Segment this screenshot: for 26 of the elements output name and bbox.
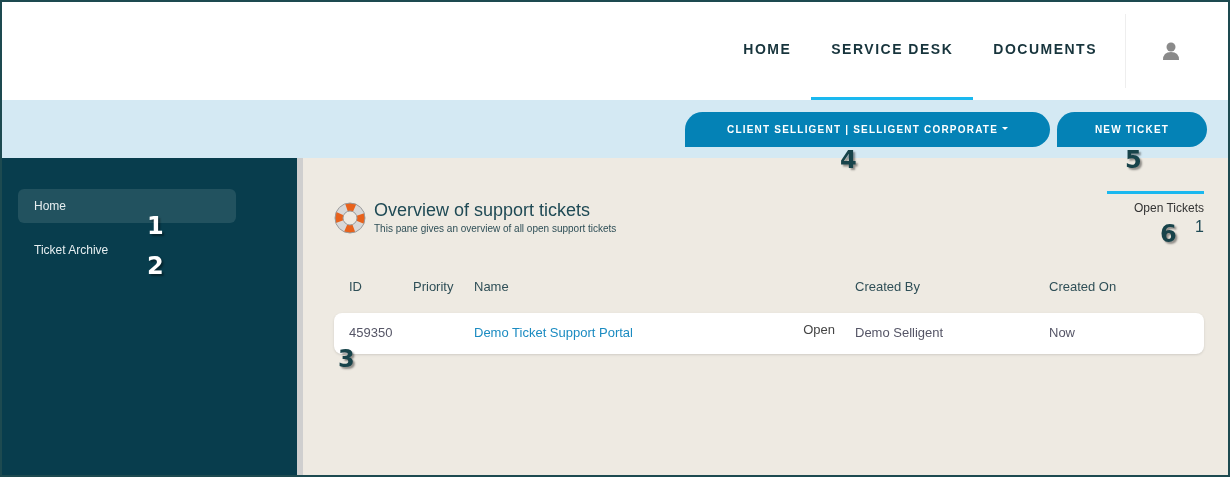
column-header: Priority xyxy=(413,278,455,296)
overview-title: Overview of support tickets xyxy=(374,199,592,221)
sidebar-item[interactable]: Ticket Archive xyxy=(18,233,125,267)
callout-number: 5 xyxy=(1125,146,1142,174)
status-cell-text: Open xyxy=(802,321,835,340)
stat-value: 1 xyxy=(1195,217,1204,237)
lifebuoy-icon xyxy=(334,201,366,234)
callout-number: 6 xyxy=(1160,220,1177,248)
table-cell-text: Demo Selligent xyxy=(855,324,945,343)
ticket-link[interactable]: Demo Ticket Support Portal xyxy=(474,323,791,343)
caret-icon xyxy=(1002,127,1008,131)
new-ticket-button[interactable]: NEW TICKET xyxy=(1057,111,1207,147)
nav-tab[interactable]: DOCUMENTS xyxy=(973,2,1117,100)
stat-label: Open Tickets xyxy=(1133,200,1204,217)
nav-tab[interactable]: HOME xyxy=(723,2,812,100)
table-cell-text: Now xyxy=(1049,324,1076,343)
column-header: Created On xyxy=(1049,278,1118,296)
user-icon[interactable] xyxy=(1162,42,1180,60)
overview-subtitle: This pane gives an overview of all open support tickets xyxy=(374,222,617,236)
callout-number: 2 xyxy=(147,252,164,280)
column-header: Created By xyxy=(855,278,922,296)
callout-number: 4 xyxy=(840,146,857,174)
table-cell-text: 459350 xyxy=(349,324,394,343)
column-header: ID xyxy=(349,278,363,296)
client-dropdown[interactable]: CLIENT SELLIGENT | SELLIGENT CORPORATE xyxy=(685,111,1050,147)
column-header: Name xyxy=(474,278,510,296)
